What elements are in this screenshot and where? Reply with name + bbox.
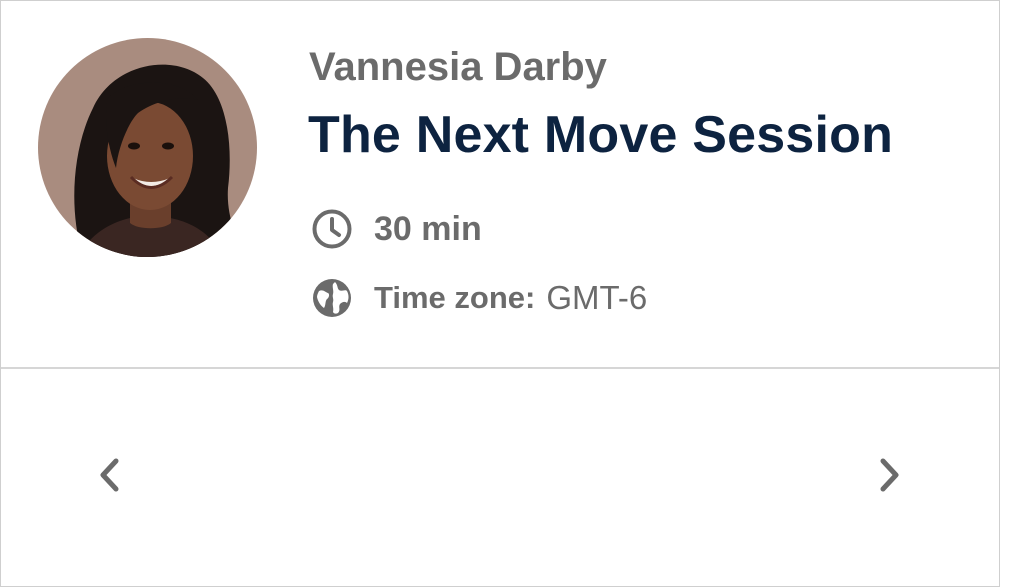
event-title: The Next Move Session — [308, 106, 894, 164]
globe-icon — [311, 277, 353, 319]
host-avatar — [38, 38, 257, 257]
previous-button[interactable] — [84, 452, 134, 502]
chevron-left-icon — [94, 455, 124, 500]
duration-row: 30 min — [311, 207, 482, 251]
event-header: Vannesia Darby The Next Move Session 30 … — [1, 1, 999, 369]
host-name: Vannesia Darby — [309, 45, 607, 89]
timezone-value[interactable]: GMT-6 — [546, 279, 647, 317]
next-button[interactable] — [865, 452, 915, 502]
clock-icon — [311, 208, 353, 250]
timezone-row: Time zone: GMT-6 — [311, 276, 647, 320]
chevron-right-icon — [875, 455, 905, 500]
duration-text: 30 min — [374, 209, 482, 248]
host-avatar-photo — [38, 38, 257, 257]
timezone-label: Time zone: — [374, 280, 536, 315]
booking-card: Vannesia Darby The Next Move Session 30 … — [0, 0, 1000, 587]
